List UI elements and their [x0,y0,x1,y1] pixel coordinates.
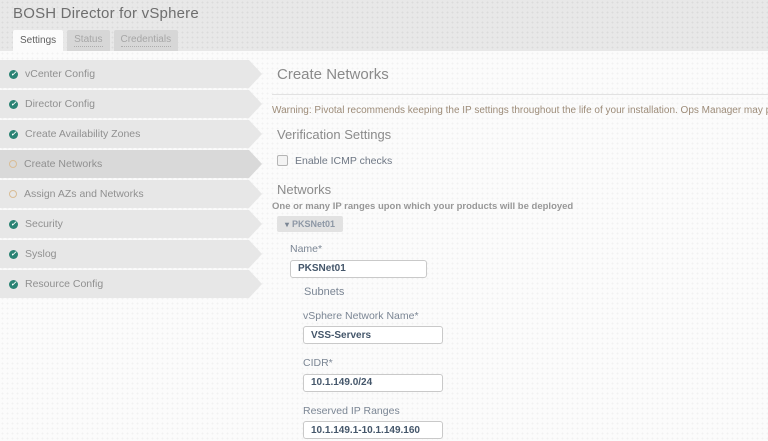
subnets-heading: Subnets [304,286,768,299]
tab-status[interactable]: Status [67,30,109,51]
status-complete-icon: ✓ [9,70,18,79]
status-complete-icon: ✓ [9,280,18,289]
network-name-label: Name* [290,243,768,256]
vsphere-network-name-input[interactable] [303,326,443,344]
cidr-field: CIDR* [303,357,768,392]
sidebar: ✓ vCenter Config ✓ Director Config ✓ Cre… [0,60,262,300]
tab-credentials[interactable]: Credentials [114,30,179,51]
sidebar-item-syslog[interactable]: ✓ Syslog [0,240,262,268]
main-panel: Create Networks Warning: Pivotal recomme… [272,51,768,441]
cidr-label: CIDR* [303,357,768,370]
check-icon: ✓ [11,221,17,228]
icmp-checkbox[interactable] [277,155,288,166]
tab-settings-label: Settings [20,35,56,47]
sidebar-item-security[interactable]: ✓ Security [0,210,262,238]
cidr-input[interactable] [303,374,443,392]
status-complete-icon: ✓ [9,220,18,229]
check-icon: ✓ [11,131,17,138]
content-area: ✓ vCenter Config ✓ Director Config ✓ Cre… [0,51,768,441]
sidebar-item-label: Director Config [25,98,95,110]
network-toggle-button[interactable]: ▾ PKSNet01 [277,216,343,232]
vsphere-network-name-label: vSphere Network Name* [303,310,768,323]
icmp-checkbox-row[interactable]: Enable ICMP checks [277,154,768,167]
sidebar-item-create-availability-zones[interactable]: ✓ Create Availability Zones [0,120,262,148]
vsphere-network-name-field: vSphere Network Name* [303,310,768,345]
tab-settings[interactable]: Settings [13,30,63,51]
sidebar-item-label: vCenter Config [25,68,95,80]
sidebar-item-create-networks[interactable]: ✓ Create Networks [0,150,262,178]
tab-bar: Settings Status Credentials [13,30,178,51]
status-pending-icon: ✓ [9,190,17,198]
networks-description: One or many IP ranges upon which your pr… [272,201,768,212]
sidebar-item-label: Create Availability Zones [25,128,140,140]
main-title: Create Networks [277,66,768,83]
sidebar-item-label: Syslog [25,248,57,260]
check-icon: ✓ [11,101,17,108]
check-icon: ✓ [11,281,17,288]
sidebar-item-label: Create Networks [24,158,102,170]
network-form: Name* Subnets vSphere Network Name* CIDR… [290,243,768,439]
status-pending-icon: ✓ [9,160,17,168]
status-complete-icon: ✓ [9,250,18,259]
sidebar-item-label: Assign AZs and Networks [24,188,144,200]
sidebar-item-vcenter-config[interactable]: ✓ vCenter Config [0,60,262,88]
page-title: BOSH Director for vSphere [13,5,199,22]
networks-heading: Networks [277,182,768,197]
reserved-ip-ranges-field: Reserved IP Ranges [303,405,768,440]
reserved-ip-ranges-input[interactable] [303,421,443,439]
sidebar-item-label: Resource Config [25,278,103,290]
subnet-fields: vSphere Network Name* CIDR* Reserved IP … [303,310,768,440]
verification-settings-heading: Verification Settings [277,127,768,142]
tab-credentials-label: Credentials [121,34,172,47]
chevron-down-icon: ▾ [285,220,289,229]
check-icon: ✓ [11,71,17,78]
status-complete-icon: ✓ [9,130,18,139]
reserved-ip-ranges-label: Reserved IP Ranges [303,405,768,418]
sidebar-item-director-config[interactable]: ✓ Director Config [0,90,262,118]
network-name-input[interactable] [290,260,427,278]
icmp-checkbox-label: Enable ICMP checks [295,155,392,167]
check-icon: ✓ [11,251,17,258]
sidebar-item-label: Security [25,218,63,230]
status-complete-icon: ✓ [9,100,18,109]
network-toggle-label: PKSNet01 [292,219,335,229]
warning-text: Warning: Pivotal recommends keeping the … [272,105,768,117]
divider [272,94,768,95]
sidebar-item-resource-config[interactable]: ✓ Resource Config [0,270,262,298]
sidebar-item-assign-azs-and-networks[interactable]: ✓ Assign AZs and Networks [0,180,262,208]
network-name-field: Name* [290,243,768,278]
tab-status-label: Status [74,34,102,47]
